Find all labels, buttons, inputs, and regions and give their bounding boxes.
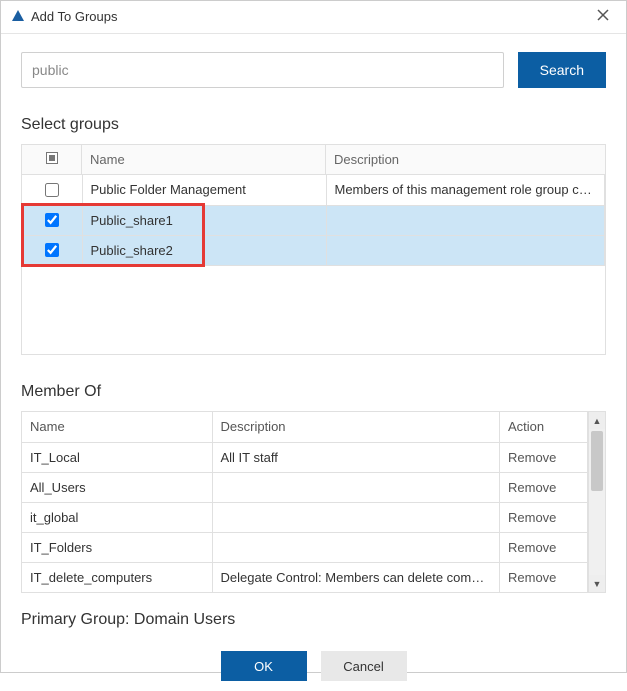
vertical-scrollbar[interactable]: ▲ ▼ — [588, 412, 605, 592]
row-name: IT_Folders — [22, 532, 212, 562]
row-name: Public_share2 — [82, 235, 326, 265]
table-row: IT_delete_computersDelegate Control: Mem… — [22, 562, 588, 592]
select-groups-title: Select groups — [21, 116, 606, 134]
remove-action[interactable]: Remove — [500, 472, 588, 502]
row-name: All_Users — [22, 472, 212, 502]
dialog-footer: OK Cancel — [21, 651, 606, 681]
row-name: it_global — [22, 502, 212, 532]
table-header-row: Name Description Action — [22, 412, 588, 442]
row-description — [326, 205, 605, 235]
col-desc-header: Description — [326, 145, 606, 175]
ok-button[interactable]: OK — [221, 651, 307, 681]
row-checkbox-cell — [22, 235, 82, 265]
col-action-header: Action — [500, 412, 588, 442]
scroll-thumb[interactable] — [591, 431, 603, 491]
dialog-title: Add To Groups — [31, 9, 590, 24]
table-row: IT_LocalAll IT staffRemove — [22, 442, 588, 472]
row-description: Members of this management role group ca… — [326, 175, 605, 205]
scroll-down-icon[interactable]: ▼ — [589, 575, 605, 592]
row-name: Public Folder Management — [82, 175, 326, 205]
dialog-titlebar: Add To Groups — [1, 1, 626, 34]
remove-action[interactable]: Remove — [500, 532, 588, 562]
remove-action[interactable]: Remove — [500, 502, 588, 532]
row-description — [212, 502, 500, 532]
remove-action[interactable]: Remove — [500, 562, 588, 592]
table-header-row: Name Description — [22, 145, 606, 175]
row-name: Public_share1 — [82, 205, 326, 235]
row-checkbox[interactable] — [45, 183, 59, 197]
scroll-up-icon[interactable]: ▲ — [589, 412, 605, 429]
select-all-header[interactable] — [22, 145, 82, 175]
remove-action[interactable]: Remove — [500, 442, 588, 472]
search-row: Search — [21, 52, 606, 88]
row-checkbox-cell — [22, 205, 82, 235]
member-of-title: Member Of — [21, 383, 606, 401]
indeterminate-icon — [46, 152, 58, 164]
close-icon[interactable] — [590, 7, 616, 25]
search-input[interactable] — [21, 52, 504, 88]
primary-group-label: Primary Group: Domain Users — [21, 611, 606, 629]
row-description — [326, 235, 605, 265]
cancel-button[interactable]: Cancel — [321, 651, 407, 681]
row-description — [212, 472, 500, 502]
table-row[interactable]: Public_share1 — [22, 205, 605, 235]
row-name: IT_delete_computers — [22, 562, 212, 592]
select-groups-table: Name Description Public Folder Managemen… — [21, 144, 606, 355]
table-row: IT_Folders Remove — [22, 532, 588, 562]
dialog-body: Search Select groups Name Description Pu… — [1, 34, 626, 691]
col-name-header: Name — [22, 412, 212, 442]
row-description: All IT staff — [212, 442, 500, 472]
scroll-track[interactable] — [589, 429, 605, 575]
row-checkbox[interactable] — [45, 213, 59, 227]
app-logo-icon — [11, 9, 25, 23]
row-checkbox[interactable] — [45, 243, 59, 257]
col-name-header: Name — [82, 145, 326, 175]
row-description — [212, 532, 500, 562]
member-of-table: Name Description Action IT_LocalAll IT s… — [21, 411, 606, 593]
table-row[interactable]: Public Folder ManagementMembers of this … — [22, 175, 605, 205]
row-description: Delegate Control: Members can delete com… — [212, 562, 500, 592]
table-row: All_Users Remove — [22, 472, 588, 502]
row-name: IT_Local — [22, 442, 212, 472]
table-row[interactable]: Public_share2 — [22, 235, 605, 265]
col-desc-header: Description — [212, 412, 500, 442]
table-row: it_global Remove — [22, 502, 588, 532]
search-button[interactable]: Search — [518, 52, 606, 88]
row-checkbox-cell — [22, 175, 82, 205]
